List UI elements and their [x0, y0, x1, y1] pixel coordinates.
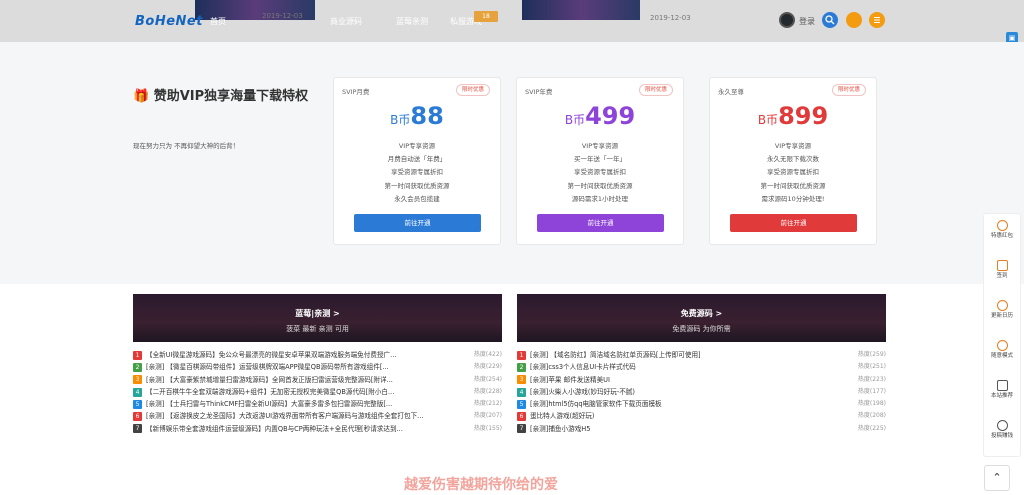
list-item[interactable]: 3 [亲测] 【大富豪紫禁城增量扫雷游戏源码】全网首发正版扫雷运营级完整源码[附详…: [133, 374, 502, 386]
plan-price: B币499: [564, 102, 636, 130]
plan-features: VIP专享资源 永久无限下载次数 享受资源专属折扣 第一时间获取优质资源 需求源码10分…: [760, 142, 826, 203]
panel-header[interactable]: 免费源码 > 免费源码 为你所需: [517, 294, 886, 342]
hot-badge: 18: [474, 11, 498, 22]
subscribe-button[interactable]: 前往开通: [730, 214, 857, 232]
list-item[interactable]: 2 [亲测] 【微星百棋源码带组件】运营级棋牌双端APP微星QB源码带所有游戏组件…: [133, 361, 502, 373]
plan-card-lifetime: 永久至尊 限时优惠 B币899 VIP专享资源 永久无限下载次数 享受资源专属折扣第…: [709, 77, 877, 245]
post-thumbnail[interactable]: [522, 0, 640, 20]
vip-title: 🎁 赞助VIP独享海量下载特权: [133, 89, 309, 104]
back-to-top-button[interactable]: ⌃: [984, 465, 1010, 491]
plan-name: SVIP月费: [342, 88, 370, 96]
gift-icon: 🎁: [133, 89, 150, 104]
vip-section: 🎁 赞助VIP独享海量下载特权 现在努力只为 不再仰望大神的后背！ SVIP月费…: [0, 42, 1024, 284]
list-item[interactable]: 6 [亲测] 【返游换皮之龙圣国际】大改返游UI游戏界面带所有客户端源码与游戏组件…: [133, 410, 502, 422]
list-item[interactable]: 5 [亲测] 【士兵扫雷与ThinkCMF扫雷全新UI源码】大富豪多雷多包扫雷源码…: [133, 398, 502, 410]
floating-sidebar: 特惠红包 签到 更新日历 随意模式 本站推荐 投稿赚钱: [983, 213, 1021, 457]
plan-name: 永久至尊: [718, 88, 744, 96]
nav-commercial[interactable]: 商业源码: [330, 16, 362, 27]
list-item[interactable]: 7 【新博娱乐带全套游戏组件运营级源码】内置QB与CP两种玩法+全民代理[秒请求达…: [133, 423, 502, 435]
send-icon: [996, 420, 1008, 431]
post-date: 2019-12-03: [650, 14, 691, 22]
sidebar-recommend[interactable]: 本站推荐: [984, 374, 1020, 414]
plan-name: SVIP年费: [525, 88, 553, 96]
theme-icon[interactable]: [846, 12, 862, 28]
list-item[interactable]: 4 [亲测]火柴人小游戏(妙玛好玩-不腻) 热度(177): [517, 386, 886, 398]
sidebar-random-mode[interactable]: 随意模式: [984, 334, 1020, 374]
list-item[interactable]: 1 [亲测] 【域名防红】简洁域名防红单页源码[上传即可使用] 热度(259): [517, 349, 886, 361]
plan-features: VIP专享资源 买一年送「一年」 享受资源专属折扣 第一时间获取优质资源 源码需求1小时…: [567, 142, 633, 203]
plan-card-monthly: SVIP月费 限时优惠 B币88 VIP专享资源 月费自动送「年费」 享受资源专属折…: [333, 77, 501, 245]
plan-price: B币899: [757, 102, 829, 130]
menu-icon[interactable]: [869, 12, 885, 28]
github-icon[interactable]: [779, 12, 795, 28]
search-icon[interactable]: [822, 12, 838, 28]
free-source-list: 1 [亲测] 【域名防红】简洁域名防红单页源码[上传即可使用] 热度(259) 2[…: [517, 342, 886, 435]
list-item[interactable]: 4 【二开百棋牛牛全套双端游戏源码+组件】无加密无授权完美微星QB源代码[附小白.…: [133, 386, 502, 398]
discount-badge: 限时优惠: [638, 84, 673, 96]
list-item[interactable]: 3 [亲测]苹果 邮件发送精美UI 热度(223): [517, 374, 886, 386]
plan-features: VIP专享资源 月费自动送「年费」 享受资源专属折扣 第一时间获取优质资源 永久会员包揽…: [384, 142, 450, 203]
free-source-panel: 免费源码 > 免费源码 为你所需 1 [亲测] 【域名防红】简洁域名防红单页源码[…: [517, 294, 886, 435]
refresh-icon: [996, 300, 1008, 311]
discount-badge: 限时优惠: [831, 84, 866, 96]
sidebar-update-calendar[interactable]: 更新日历: [984, 294, 1020, 334]
plan-price: B币88: [390, 102, 444, 130]
list-item[interactable]: 1 【全新UI微星游戏源码】免公众号最漂亮的微星安卓苹果双端游戏服务端免付费授广.…: [133, 349, 502, 361]
list-item[interactable]: 2 [亲测]css3个人信息UI卡片样式代码 热度(251): [517, 361, 886, 373]
gift-icon: [996, 220, 1008, 231]
top-header: BoHeNet 首页 2019-12-03 商业源码 蓝莓亲测 私服游戏 18 …: [0, 0, 1024, 42]
site-logo[interactable]: BoHeNet: [135, 14, 203, 29]
post-date: 2019-12-03: [262, 12, 303, 20]
tested-list: 1 【全新UI微星游戏源码】免公众号最漂亮的微星安卓苹果双端游戏服务端免付费授广.…: [133, 342, 502, 435]
nav-tested[interactable]: 蓝莓亲测: [396, 16, 428, 27]
list-item[interactable]: 7 [亲测]捕鱼小游戏H5 热度(225): [517, 423, 886, 435]
plan-card-yearly: SVIP年费 限时优惠 B币499 VIP专享资源 买一年送「一年」 享受资源专属折…: [516, 77, 684, 245]
chevron-up-icon: ⌃: [992, 471, 1002, 484]
sidebar-red-packet[interactable]: 特惠红包: [984, 214, 1020, 254]
subscribe-button[interactable]: 前往开通: [537, 214, 664, 232]
nav-home[interactable]: 首页: [210, 16, 226, 27]
sidebar-checkin[interactable]: 签到: [984, 254, 1020, 294]
marquee-text: 越爱伤害越期待你给的爱: [404, 477, 558, 493]
document-icon: [996, 380, 1008, 391]
calendar-icon: [996, 260, 1008, 271]
list-item[interactable]: 6 蛋比特人游戏(超好玩) 热度(208): [517, 410, 886, 422]
panel-header[interactable]: 蓝莓|亲测 > 菠菜 最新 亲测 可用: [133, 294, 502, 342]
list-section: 蓝莓|亲测 > 菠菜 最新 亲测 可用 1 【全新UI微星游戏源码】免公众号最漂亮…: [0, 284, 1024, 495]
subscribe-button[interactable]: 前往开通: [354, 214, 481, 232]
list-item[interactable]: 5 [亲测]html5仿qq电脑管家软件下载页面模板 热度(198): [517, 398, 886, 410]
login-link[interactable]: 登录: [799, 16, 815, 27]
clock-icon: [996, 340, 1008, 351]
tested-panel: 蓝莓|亲测 > 菠菜 最新 亲测 可用 1 【全新UI微星游戏源码】免公众号最漂亮…: [133, 294, 502, 435]
sidebar-contribute[interactable]: 投稿赚钱: [984, 414, 1020, 454]
vip-subtitle: 现在努力只为 不再仰望大神的后背！: [133, 142, 240, 150]
discount-badge: 限时优惠: [455, 84, 490, 96]
